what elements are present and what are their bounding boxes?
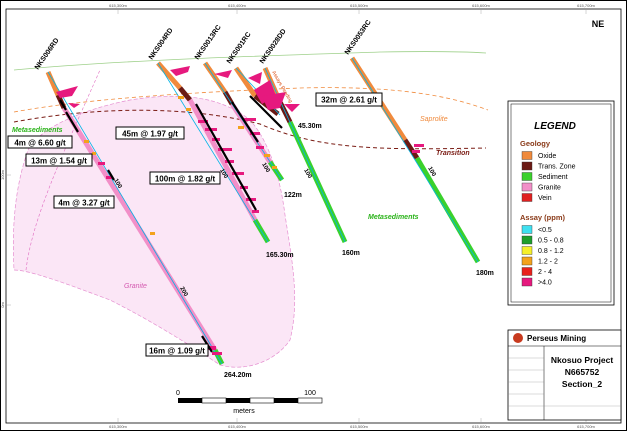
left-tick-100: 100m <box>0 169 5 180</box>
legend-geology-swatch-4 <box>521 193 533 202</box>
zone-label-metasediments-lower: Metasediments <box>368 214 419 221</box>
legend-geology-swatch-0 <box>521 151 533 160</box>
left-tick-0: 0m <box>0 302 5 308</box>
end-depth-nks006rd: 264.20m <box>224 372 252 379</box>
legend-assay-label-3: 1.2 - 2 <box>538 259 558 266</box>
scale-unit: meters <box>233 408 255 415</box>
legend-assay-swatch-2 <box>521 246 533 255</box>
legend-assay-swatch-3 <box>521 256 533 266</box>
cross-section-diagram: 615,300m 615,400m 615,500m 615,600m 615,… <box>0 0 627 431</box>
north-arrow-label: NE <box>592 19 605 29</box>
zone-label-saprolite: Saprolite <box>420 116 448 123</box>
legend-geology-label-4: Vein <box>538 195 552 202</box>
intercept-label-7: 16m @ 1.09 g/t <box>149 347 205 356</box>
legend-assay-swatch-5 <box>521 277 533 287</box>
legend-assay-swatch-4 <box>521 267 533 276</box>
legend-geology-swatch-1 <box>521 161 533 171</box>
intercept-box-5: 45m @ 1.97 g/t <box>115 126 185 140</box>
legend-geology-label-2: Sediment <box>538 174 568 181</box>
end-depth-nks0053rc: 180m <box>476 270 494 277</box>
intercept-label-2: 13m @ 1.54 g/t <box>31 157 87 166</box>
intercept-box-6: 32m @ 2.61 g/t <box>315 92 383 107</box>
legend-assay-label-4: 2 - 4 <box>538 269 552 276</box>
company-logo <box>513 333 523 343</box>
legend-geology-heading: Geology <box>520 139 551 148</box>
zone-label-transition: Transition <box>436 150 470 157</box>
company-name: Perseus Mining <box>527 334 586 343</box>
bottom-tick-2: 615,400m <box>228 424 246 429</box>
top-tick-2: 615,400m <box>228 3 246 8</box>
top-tick-5: 615,700m <box>577 3 595 8</box>
legend-geology-swatch-3 <box>521 182 533 192</box>
zone-label-metasediments-upper: Metasediments <box>12 127 63 134</box>
legend: LEGEND Geology Oxide Trans. Zone Sediment G… <box>507 100 615 306</box>
legend-assay-label-2: 0.8 - 1.2 <box>538 248 564 255</box>
intercept-box-2: 13m @ 1.54 g/t <box>25 153 93 167</box>
zone-label-granite: Granite <box>124 283 147 290</box>
intercept-label-1: 4m @ 6.60 g/t <box>14 139 66 148</box>
intercept-box-4: 100m @ 1.82 g/t <box>149 171 221 185</box>
scale-label-0: 0 <box>176 390 180 397</box>
legend-geology-label-0: Oxide <box>538 153 556 160</box>
bottom-tick-5: 615,700m <box>577 424 595 429</box>
project-coord: N665752 <box>565 367 600 377</box>
legend-assay-label-1: 0.5 - 0.8 <box>538 238 564 245</box>
legend-assay-swatch-1 <box>521 235 533 245</box>
legend-geology-label-3: Granite <box>538 185 561 192</box>
intercept-label-6: 32m @ 2.61 g/t <box>321 96 377 105</box>
intercept-label-4: 100m @ 1.82 g/t <box>155 175 216 184</box>
top-tick-1: 615,300m <box>109 3 127 8</box>
legend-assay-label-5: >4.0 <box>538 280 552 287</box>
end-depth-nks004rd: 165.30m <box>266 252 294 259</box>
scale-label-100: 100 <box>304 390 316 397</box>
legend-geology-swatch-2 <box>521 172 533 181</box>
legend-assay-label-0: <0.5 <box>538 227 552 234</box>
bottom-tick-3: 615,500m <box>350 424 368 429</box>
end-depth-nks001rc: 45.30m <box>298 123 322 130</box>
legend-assay-swatch-0 <box>521 225 533 234</box>
legend-assay-heading: Assay (ppm) <box>520 213 566 222</box>
bottom-tick-1: 615,300m <box>109 424 127 429</box>
legend-geology-label-1: Trans. Zone <box>538 164 576 171</box>
legend-title: LEGEND <box>534 121 576 132</box>
intercept-label-5: 45m @ 1.97 g/t <box>122 130 178 139</box>
end-depth-nks0028dd: 160m <box>342 250 360 257</box>
top-tick-3: 615,500m <box>350 3 368 8</box>
intercept-box-3: 4m @ 3.27 g/t <box>53 195 115 209</box>
project-section: Section_2 <box>562 379 602 389</box>
project-name: Nkosuo Project <box>551 355 614 365</box>
title-block: Perseus Mining Nkosuo Project N665752 Se… <box>507 329 622 421</box>
intercept-label-3: 4m @ 3.27 g/t <box>58 199 110 208</box>
intercept-box-7: 16m @ 1.09 g/t <box>145 343 209 357</box>
bottom-tick-4: 615,600m <box>472 424 490 429</box>
top-tick-4: 615,600m <box>472 3 490 8</box>
intercept-box-1: 4m @ 6.60 g/t <box>7 135 73 149</box>
end-depth-nks0013rc: 122m <box>284 192 302 199</box>
